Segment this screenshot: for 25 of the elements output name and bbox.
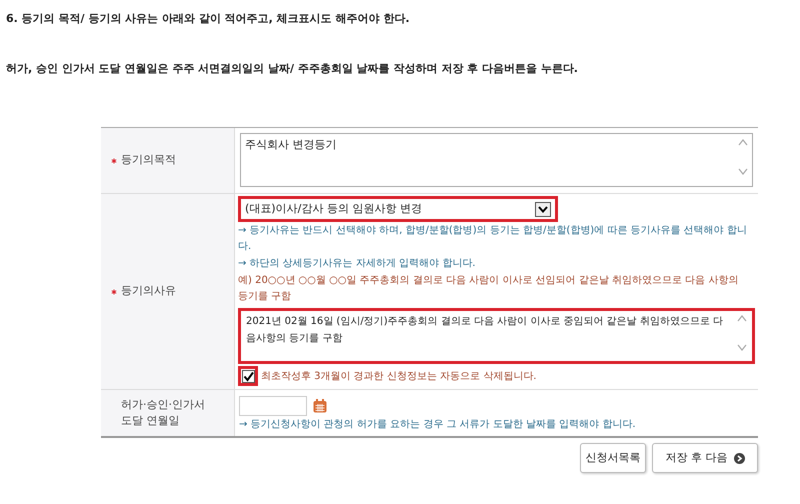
date-field[interactable] bbox=[239, 396, 307, 416]
hint-text: → 등기신청사항이 관청의 허가를 요하는 경우 그 서류가 도달한 날짜를 입력해야 합니다. bbox=[239, 418, 637, 432]
required-asterisk-icon bbox=[111, 288, 117, 294]
example-text: 예) 20○○년 ○○월 ○○일 주주총회의 결의로 다음 사람이 이사로 선임되어 같은날 취임하였으므로 다음 사항의 등기를 구함 bbox=[238, 274, 740, 304]
scroll-arrows-icon[interactable] bbox=[738, 137, 748, 177]
instruction-text: 허가, 승인 인가서 도달 연월일은 주주 서면결의일의 날짜/ 주주총회일 날짜를 작성하며 저장 후 다음버튼을 누른다. bbox=[6, 61, 578, 77]
hint-text: → 등기사유는 반드시 선택해야 하며, 합병/분할(합병)의 등기는 합병/분할(합병)에 따른 등기사유를 선택해야 합니다. bbox=[238, 224, 748, 254]
field-label: 허가·승인·인가서 도달 연월일 bbox=[121, 397, 205, 429]
scroll-arrows-icon[interactable] bbox=[737, 313, 747, 353]
hint-text: → 하단의 상세등기사유는 자세하게 입력해야 합니다. bbox=[238, 257, 476, 271]
dropdown-caret-icon[interactable] bbox=[535, 202, 551, 216]
field-label: 등기의사유 bbox=[121, 283, 176, 300]
purpose-field[interactable]: 주식회사 변경등기 bbox=[240, 133, 753, 187]
field-label: 등기의목적 bbox=[121, 152, 176, 168]
checkbox[interactable] bbox=[238, 366, 258, 386]
instruction-text: 6. 등기의 목적/ 등기의 사유는 아래와 같이 적어주고, 체크표시도 해주어야 한다. bbox=[6, 11, 410, 27]
save-next-button[interactable]: 저장 후 다음 bbox=[652, 443, 758, 473]
arrow-circle-icon bbox=[734, 452, 744, 464]
calendar-icon[interactable] bbox=[313, 399, 327, 413]
reason-select[interactable]: (대표)이사/감사 등의 임원사항 변경 bbox=[238, 196, 558, 222]
notice-text: 최초작성후 3개월이 경과한 신청정보는 자동으로 삭제됩니다. bbox=[261, 370, 536, 384]
list-button[interactable]: 신청서목록 bbox=[580, 443, 646, 473]
required-asterisk-icon bbox=[111, 158, 117, 164]
detail-field[interactable]: 2021년 02월 16일 (임시/정기)주주총회의 결의로 다음 사람이 이사로 중임되어 같은날 취임하였으므로 다음사항의 등기를 구함 bbox=[238, 308, 755, 364]
checkmark-icon bbox=[242, 370, 254, 382]
